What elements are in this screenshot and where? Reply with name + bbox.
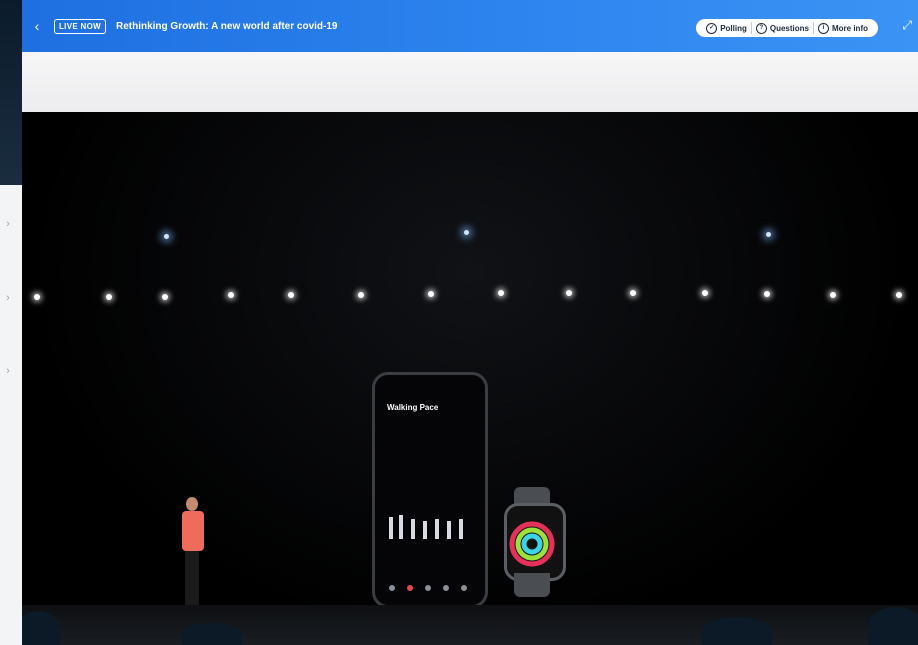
phone-chart-bar [447, 521, 451, 539]
video-top-band [22, 52, 918, 112]
stage-light [766, 232, 771, 237]
watch-band [514, 573, 550, 597]
audience-silhouette [868, 607, 918, 645]
stage-light [428, 291, 434, 297]
question-icon: ? [755, 22, 767, 34]
live-badge: LIVE NOW [54, 18, 106, 34]
event-header: ‹ LIVE NOW Rethinking Growth: A new worl… [22, 0, 918, 52]
stage-light [630, 290, 636, 296]
chevron-left-icon[interactable]: ‹ [26, 15, 48, 37]
phone-chart-bar [459, 519, 463, 539]
side-panel-thumbnail [0, 0, 22, 185]
event-title: Rethinking Growth: A new world after cov… [115, 20, 338, 32]
info-icon: i [818, 22, 829, 34]
watch-mockup [500, 487, 566, 597]
stage-light [896, 292, 902, 298]
polling-label: Polling [720, 23, 747, 33]
phone-tab-icon [425, 585, 431, 591]
phone-mockup: Walking Pace [372, 372, 488, 608]
chevron-right-icon[interactable]: › [2, 218, 14, 230]
more-info-button[interactable]: i More info [814, 22, 872, 34]
stage-light [162, 294, 168, 300]
poll-icon: ✓ [706, 22, 718, 34]
stage-light [702, 290, 708, 296]
stage-light [566, 290, 572, 296]
stage-light [164, 234, 169, 239]
phone-tab-icon [443, 585, 449, 591]
presenter-legs [185, 551, 199, 611]
phone-tab-icon [461, 585, 467, 591]
phone-chart-bar [411, 519, 415, 539]
audience-silhouette [182, 623, 242, 645]
stage-light [34, 294, 40, 300]
header-actions: ✓ Polling ? Questions i More info [696, 19, 878, 37]
phone-screen-title: Walking Pace [387, 403, 439, 412]
stage-light [106, 294, 112, 300]
stage-light [358, 292, 364, 298]
phone-chart-bar [399, 515, 403, 539]
stage-light [464, 230, 469, 235]
stage-floor [22, 605, 918, 645]
phone-chart-bar [435, 519, 439, 539]
video-player[interactable]: Walking Pace [22, 112, 918, 645]
polling-button[interactable]: ✓ Polling [702, 22, 751, 34]
presenter-head [186, 497, 198, 511]
presenter [177, 497, 207, 617]
watch-face [504, 503, 566, 581]
questions-label: Questions [769, 23, 809, 33]
more-info-label: More info [832, 23, 868, 33]
phone-tab-icon [389, 585, 395, 591]
stage-light [288, 292, 294, 298]
chevron-right-icon[interactable]: › [2, 365, 14, 377]
audience-silhouette [22, 611, 60, 645]
stage-light [228, 292, 234, 298]
questions-button[interactable]: ? Questions [752, 22, 813, 34]
phone-chart-bar [423, 521, 427, 539]
side-panel: › › › [0, 0, 22, 645]
stage-light [764, 291, 770, 297]
expand-icon[interactable]: ⤢ [902, 18, 912, 33]
stage-light [498, 290, 504, 296]
presenter-torso [182, 511, 204, 551]
activity-rings-icon [509, 521, 555, 567]
phone-chart-bar [389, 517, 393, 539]
chevron-right-icon[interactable]: › [2, 292, 14, 304]
stage-light [830, 292, 836, 298]
audience-silhouette [702, 617, 772, 645]
phone-tab-icon [407, 585, 413, 591]
